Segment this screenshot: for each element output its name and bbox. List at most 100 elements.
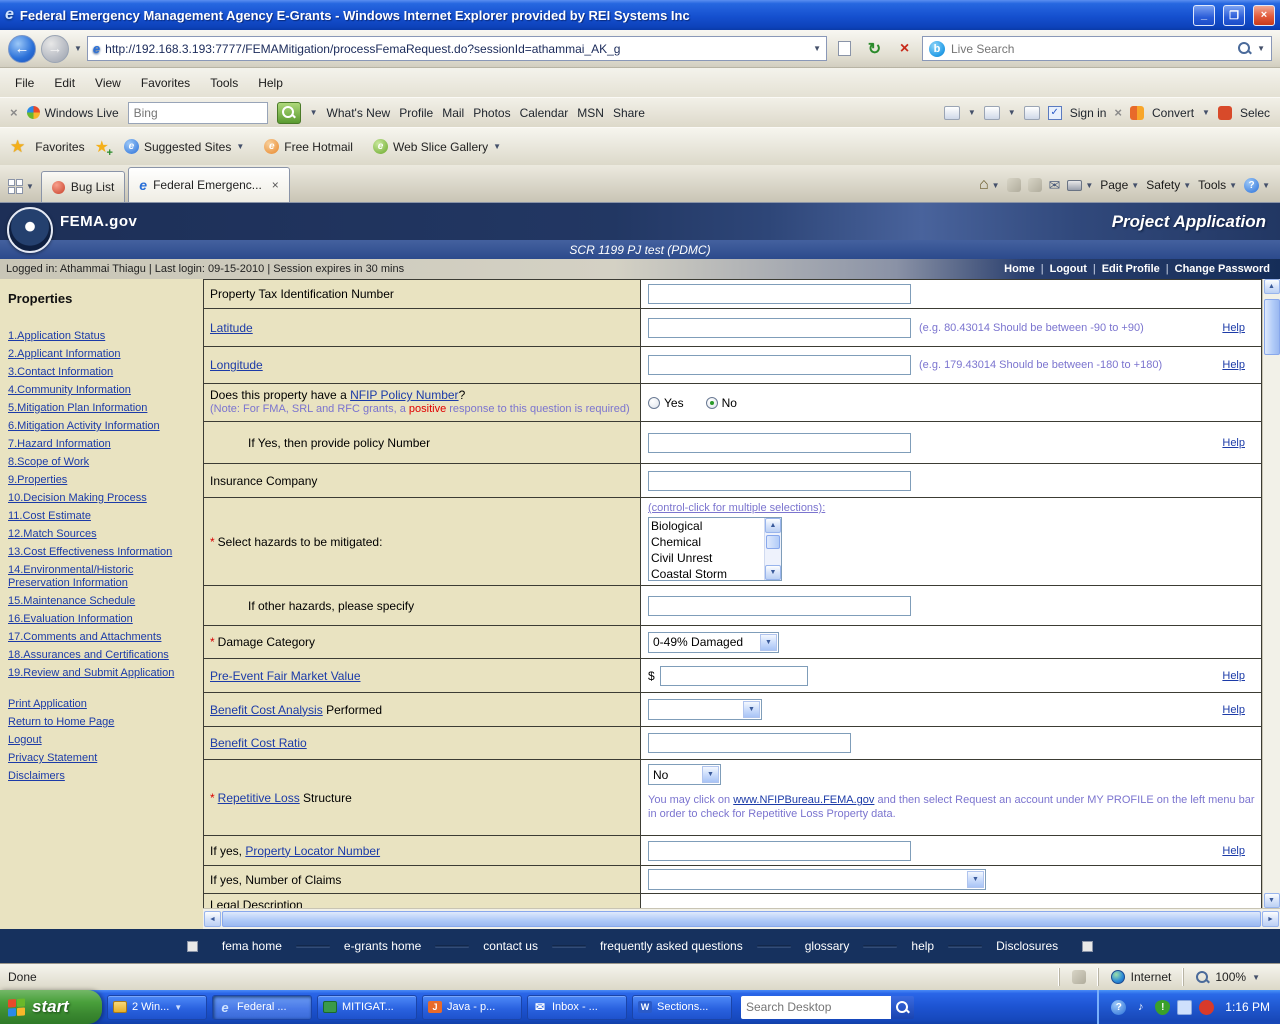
sidebar-logout-link[interactable]: Logout (8, 734, 197, 747)
tray-alert-icon[interactable] (1199, 1000, 1214, 1015)
menu-favorites[interactable]: Favorites (132, 73, 199, 93)
taskbar-button-mitigation[interactable]: MITIGAT... (317, 995, 417, 1020)
live-link-calendar[interactable]: Calendar (520, 106, 569, 120)
live-link-mail[interactable]: Mail (442, 106, 464, 120)
tab-list-dropdown-icon[interactable]: ▼ (26, 182, 34, 191)
safety-menu[interactable]: Safety▼ (1146, 178, 1191, 192)
footer-disclosures[interactable]: Disclosures (984, 939, 1070, 953)
menu-edit[interactable]: Edit (45, 73, 84, 93)
sidebar-item-mitigation-plan[interactable]: 5.Mitigation Plan Information (8, 402, 197, 415)
tray-network-icon[interactable] (1177, 1000, 1192, 1015)
toolbar-item-close-icon[interactable]: × (1114, 105, 1122, 120)
page-menu[interactable]: Page▼ (1100, 178, 1139, 192)
start-button[interactable]: start (0, 990, 102, 1024)
translate-icon[interactable] (1024, 106, 1040, 120)
search-icon[interactable] (1238, 42, 1251, 55)
nfip-bureau-link[interactable]: www.NFIPBureau.FEMA.gov (733, 794, 874, 806)
hazard-option[interactable]: Civil Unrest (651, 550, 762, 566)
nfip-policy-number-link[interactable]: NFIP Policy Number (350, 388, 458, 402)
taskbar-button-federal[interactable]: e Federal ... (212, 995, 312, 1020)
convert-dropdown-icon[interactable]: ▼ (1202, 108, 1210, 117)
live-link-photos[interactable]: Photos (473, 106, 510, 120)
favbar-suggested-sites[interactable]: e Suggested Sites ▼ (119, 136, 249, 157)
damage-category-select[interactable]: 0-49% Damaged ▼ (648, 632, 779, 653)
sidebar-item-community-information[interactable]: 4.Community Information (8, 384, 197, 397)
tray-help-icon[interactable]: ? (1111, 1000, 1126, 1015)
toolbar-close-icon[interactable]: × (10, 105, 18, 120)
menu-file[interactable]: File (6, 73, 43, 93)
sidebar-item-review-submit[interactable]: 19.Review and Submit Application (8, 667, 197, 680)
property-locator-input[interactable] (648, 841, 911, 861)
forward-button[interactable]: → (41, 35, 69, 63)
close-button[interactable]: × (1253, 5, 1275, 26)
compatibility-view-icon[interactable] (832, 36, 857, 61)
property-locator-help-link[interactable]: Help (1222, 845, 1245, 857)
stop-button[interactable]: × (892, 36, 917, 61)
policy-number-input[interactable] (648, 433, 911, 453)
web-slice-dropdown-icon[interactable]: ▼ (493, 142, 501, 151)
tab-bug-list[interactable]: Bug List (41, 171, 125, 202)
convert-link[interactable]: Convert (1152, 106, 1194, 120)
latitude-help-link[interactable]: Help (1222, 322, 1245, 334)
help-menu[interactable]: ?▼ (1244, 178, 1270, 193)
select-arrow-icon[interactable]: ▼ (760, 634, 777, 651)
latitude-input[interactable] (648, 318, 911, 338)
sidebar-item-match-sources[interactable]: 12.Match Sources (8, 528, 197, 541)
select-arrow-icon[interactable]: ▼ (967, 871, 984, 888)
print-button[interactable]: ▼ (1067, 180, 1093, 191)
longitude-link[interactable]: Longitude (210, 358, 634, 372)
tools-menu[interactable]: Tools▼ (1198, 178, 1237, 192)
latitude-link[interactable]: Latitude (210, 321, 634, 335)
listbox-scroll-down-icon[interactable]: ▼ (765, 565, 781, 580)
scroll-right-icon[interactable]: ► (1262, 911, 1279, 927)
tab-federal-emergency[interactable]: e Federal Emergenc... × (128, 167, 290, 202)
bing-search-input[interactable] (134, 106, 262, 120)
policy-number-help-link[interactable]: Help (1222, 437, 1245, 449)
hazard-option[interactable]: Coastal Storm (651, 566, 762, 580)
horizontal-scrollbar[interactable]: ◄ ► (203, 908, 1280, 929)
sidebar-item-maintenance-schedule[interactable]: 15.Maintenance Schedule (8, 595, 197, 608)
read-mail-button[interactable]: ✉ (1049, 177, 1061, 194)
add-favorite-icon[interactable]: ★ (95, 137, 109, 157)
benefit-cost-analysis-link[interactable]: Benefit Cost Analysis (210, 703, 323, 717)
web-slice-button[interactable] (1028, 178, 1042, 192)
taskbar-button-sections[interactable]: W Sections... (632, 995, 732, 1020)
live-link-whats-new[interactable]: What's New (327, 106, 391, 120)
sidebar-item-environmental-historic[interactable]: 14.Environmental/Historic Preservation I… (8, 564, 197, 590)
bca-select[interactable]: ▼ (648, 699, 762, 720)
tray-security-shield-icon[interactable]: ! (1155, 1000, 1170, 1015)
benefit-cost-ratio-input[interactable] (648, 733, 851, 753)
live-link-msn[interactable]: MSN (577, 106, 604, 120)
edit-profile-link[interactable]: Edit Profile (1102, 263, 1160, 275)
suggested-sites-dropdown-icon[interactable]: ▼ (236, 142, 244, 151)
refresh-button[interactable]: ↻ (862, 36, 887, 61)
tray-volume-icon[interactable]: ♪ (1133, 1000, 1148, 1015)
minimize-button[interactable]: _ (1193, 5, 1215, 26)
nfip-no-radio[interactable] (706, 397, 718, 409)
sidebar-item-properties[interactable]: 9.Properties (8, 474, 197, 487)
back-button[interactable]: ← (8, 35, 36, 63)
live-link-share[interactable]: Share (613, 106, 645, 120)
taskbar-button-java[interactable]: J Java - p... (422, 995, 522, 1020)
select-arrow-icon[interactable]: ▼ (702, 766, 719, 783)
listbox-scrollbar[interactable]: ▲ ▼ (764, 518, 781, 580)
sidebar-item-decision-making[interactable]: 10.Decision Making Process (8, 492, 197, 505)
print-application-link[interactable]: Print Application (8, 698, 197, 711)
pre-event-help-link[interactable]: Help (1222, 670, 1245, 682)
listbox-scroll-up-icon[interactable]: ▲ (765, 518, 781, 533)
vertical-scroll-thumb[interactable] (1264, 299, 1280, 355)
footer-faq[interactable]: frequently asked questions (588, 939, 755, 953)
sidebar-item-applicant-information[interactable]: 2.Applicant Information (8, 348, 197, 361)
change-password-link[interactable]: Change Password (1175, 263, 1270, 275)
footer-help[interactable]: help (899, 939, 946, 953)
gallery-icon[interactable] (944, 106, 960, 120)
url-field[interactable]: e ▼ (87, 36, 827, 61)
favbar-free-hotmail[interactable]: e Free Hotmail (259, 136, 358, 157)
bing-dropdown-icon[interactable]: ▼ (310, 108, 318, 117)
sidebar-item-evaluation-information[interactable]: 16.Evaluation Information (8, 613, 197, 626)
tab-close-icon[interactable]: × (272, 178, 279, 192)
sidebar-item-cost-estimate[interactable]: 11.Cost Estimate (8, 510, 197, 523)
select-link[interactable]: Selec (1240, 106, 1270, 120)
favorites-label[interactable]: Favorites (35, 140, 84, 154)
footer-glossary[interactable]: glossary (793, 939, 862, 953)
